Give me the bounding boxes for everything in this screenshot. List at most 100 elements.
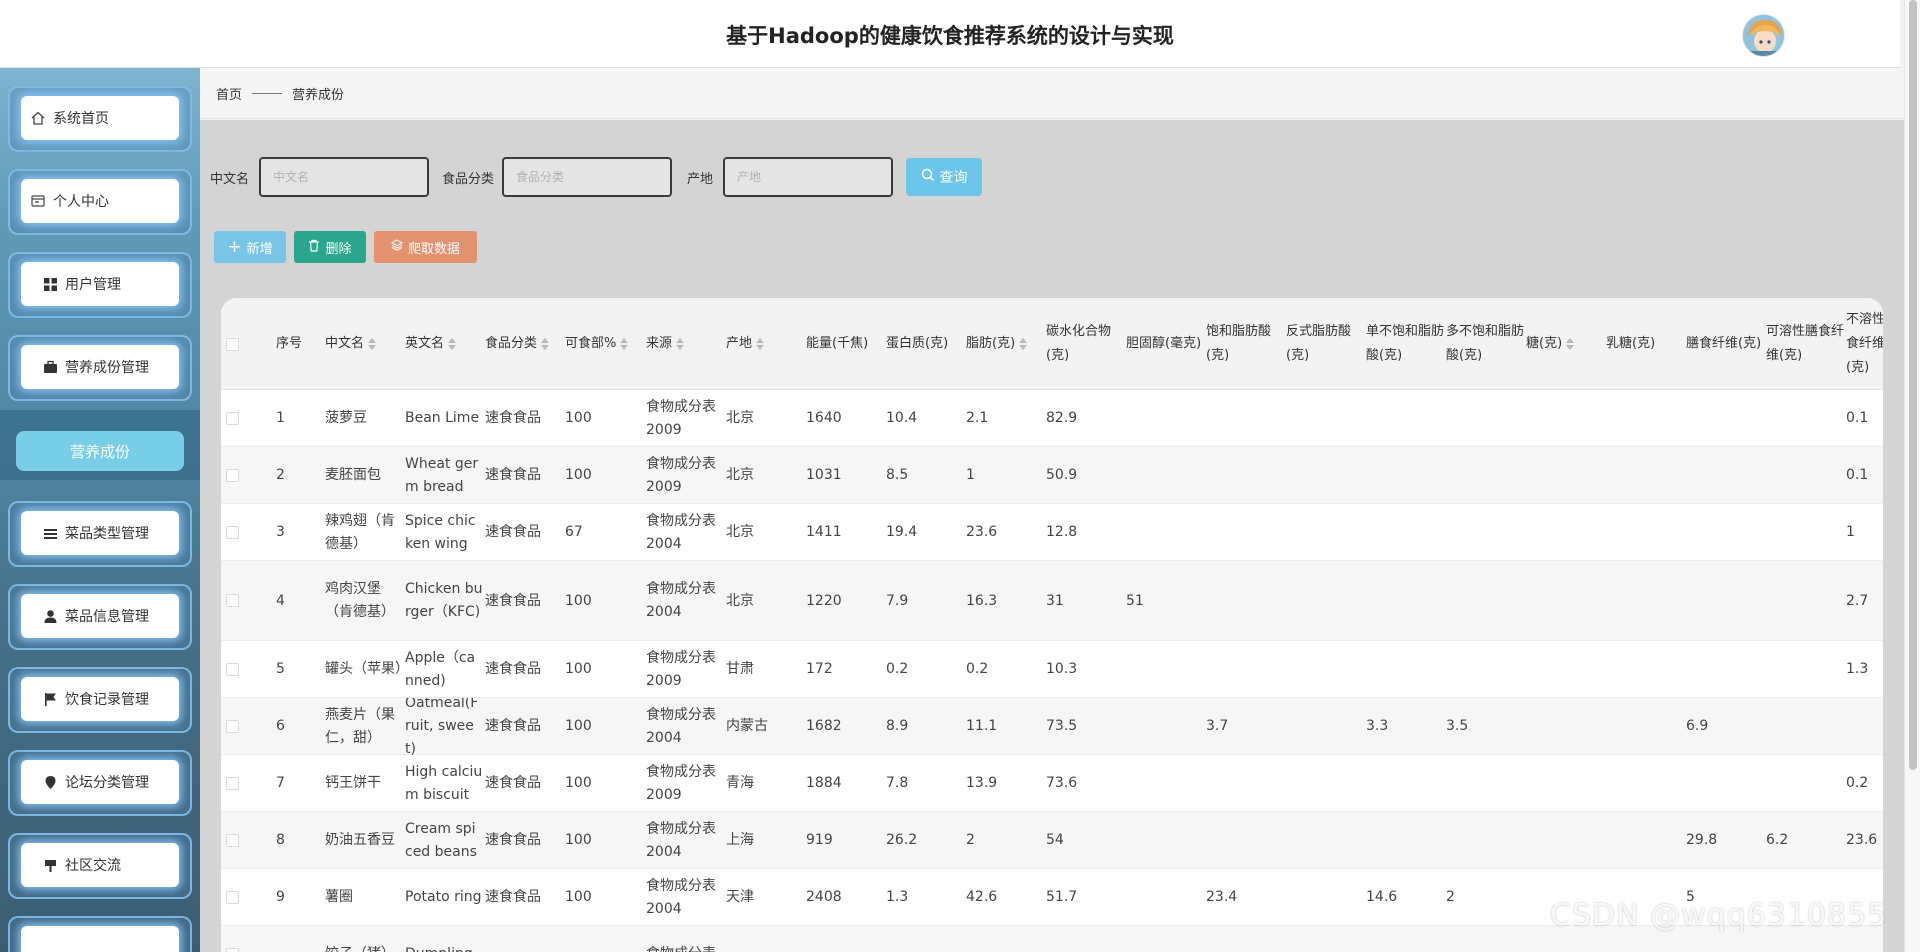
table-cell: 172 xyxy=(806,661,833,677)
sort-icon[interactable] xyxy=(368,338,377,350)
column-header[interactable]: 食品分类 xyxy=(485,298,563,390)
table-cell: 甘肃 xyxy=(726,661,754,677)
table-cell xyxy=(1446,755,1524,812)
table-cell: 67 xyxy=(565,524,583,540)
sort-icon[interactable] xyxy=(1566,338,1575,350)
row-checkbox[interactable] xyxy=(226,594,239,607)
table-cell: 13.9 xyxy=(966,775,998,791)
column-header[interactable]: 产地 xyxy=(726,298,804,390)
column-header[interactable]: 来源 xyxy=(646,298,724,390)
row-checkbox[interactable] xyxy=(226,776,239,790)
table-cell xyxy=(1526,561,1604,641)
row-checkbox[interactable] xyxy=(226,662,239,676)
table-cell: 速食食品 xyxy=(485,410,541,426)
search-name-input[interactable] xyxy=(259,157,430,197)
sidebar-button[interactable]: 系统首页 xyxy=(21,96,179,140)
page-scrollbar[interactable] xyxy=(1904,0,1920,952)
sidebar-button[interactable]: 论坛分类管理 xyxy=(21,760,179,804)
submenu-item-nutrition-active[interactable]: 营养成份 xyxy=(16,431,184,471)
column-header-label: 能量(千焦) xyxy=(806,336,869,351)
table-row[interactable]: 1 菠萝豆 Bean Lime 速食食品 100 食物成分表2009 北京 1640 10.4 2… xyxy=(221,390,1883,447)
table-cell: 薯圈 xyxy=(325,889,353,905)
sidebar-item-diet-records[interactable]: 饮食记录管理 xyxy=(8,667,192,733)
delete-button[interactable]: 删除 xyxy=(294,231,366,263)
search-origin-input[interactable] xyxy=(723,157,894,197)
sidebar-button[interactable]: 菜品信息管理 xyxy=(21,594,179,638)
table-row[interactable]: 4 鸡肉汉堡（肯德基） Chicken burger（KFC) 速食食品 100 食物成分… xyxy=(221,561,1883,641)
table-cell xyxy=(1446,812,1524,869)
search-category-input[interactable] xyxy=(502,157,673,197)
table-cell xyxy=(1446,561,1524,641)
row-checkbox[interactable] xyxy=(226,468,239,482)
table-cell xyxy=(1766,561,1844,641)
row-checkbox[interactable] xyxy=(226,411,239,425)
table-cell xyxy=(1366,926,1444,952)
column-header-label: 单不饱和脂肪酸(克) xyxy=(1366,324,1444,363)
sort-icon[interactable] xyxy=(448,338,457,350)
table-cell: 速食食品 xyxy=(485,832,541,848)
table-cell: 速食食品 xyxy=(485,524,541,540)
sort-icon[interactable] xyxy=(541,338,550,350)
column-header[interactable]: 脂肪(克) xyxy=(966,298,1044,390)
sidebar-button[interactable]: 用户管理 xyxy=(21,262,179,306)
add-button-label: 新增 xyxy=(246,241,273,257)
sidebar-item-more[interactable] xyxy=(8,916,192,952)
row-checkbox[interactable] xyxy=(226,890,239,904)
sidebar-item-home[interactable]: 系统首页 xyxy=(8,86,192,152)
breadcrumb-home[interactable]: 首页 xyxy=(216,84,242,103)
table-cell xyxy=(966,926,1044,952)
table-row[interactable]: 2 麦胚面包 Wheat germ bread 速食食品 100 食物成分表2009 北京 1… xyxy=(221,447,1883,504)
user-avatar[interactable] xyxy=(1742,14,1785,57)
table-row[interactable]: 3 辣鸡翅（肯德基） Spice chicken wing 速食食品 67 食物成分表20… xyxy=(221,504,1883,561)
sort-icon[interactable] xyxy=(756,338,765,350)
sort-icon[interactable] xyxy=(1019,338,1028,350)
window-icon xyxy=(29,192,47,210)
crawl-data-button[interactable]: 爬取数据 xyxy=(374,231,477,263)
table-cell xyxy=(565,926,643,952)
table-cell: 2 xyxy=(966,832,975,848)
table-cell: 7.9 xyxy=(886,592,909,609)
query-button[interactable]: 查询 xyxy=(906,158,982,196)
column-header[interactable]: 可食部% xyxy=(565,298,643,390)
scrollbar-thumb[interactable] xyxy=(1909,0,1917,770)
briefcase-icon xyxy=(41,358,59,376)
row-checkbox[interactable] xyxy=(226,719,239,733)
table-cell xyxy=(1686,390,1764,447)
sidebar-button[interactable]: 饮食记录管理 xyxy=(21,677,179,721)
table-cell: 23.4 xyxy=(1206,889,1238,905)
table-cell: 2.7 xyxy=(1846,592,1869,609)
table-cell xyxy=(1606,698,1684,755)
row-checkbox[interactable] xyxy=(226,525,239,539)
user-icon xyxy=(41,607,59,625)
table-row[interactable]: 5 罐头（苹果） Apple（canned) 速食食品 100 食物成分表2009 甘肃 17… xyxy=(221,641,1883,698)
sidebar-item-dish-info[interactable]: 菜品信息管理 xyxy=(8,584,192,650)
table-row[interactable]: 7 钙王饼干 High calcium biscuit 速食食品 100 食物成分表200… xyxy=(221,755,1883,812)
sidebar-button[interactable]: 社区交流 xyxy=(21,843,179,887)
row-checkbox[interactable] xyxy=(226,947,239,952)
column-header-label: 饱和脂肪酸(克) xyxy=(1206,324,1272,363)
sidebar-button[interactable]: 个人中心 xyxy=(21,179,179,223)
sidebar-item-forum-categories[interactable]: 论坛分类管理 xyxy=(8,750,192,816)
sidebar-item-label: 饮食记录管理 xyxy=(65,692,149,708)
select-all-checkbox[interactable] xyxy=(226,338,239,351)
column-header[interactable]: 中文名 xyxy=(325,298,403,390)
table-row[interactable]: 8 奶油五香豆 Cream spiced beans 速食食品 100 食物成分表2004… xyxy=(221,812,1883,869)
sidebar-item-dish-types[interactable]: 菜品类型管理 xyxy=(8,501,192,567)
table-row[interactable]: 6 燕麦片（果仁，甜） Oatmeal(Fruit, sweet) 速食食品 100 食物… xyxy=(221,698,1883,755)
sidebar-item-profile[interactable]: 个人中心 xyxy=(8,169,192,235)
sidebar-item-community[interactable]: 社区交流 xyxy=(8,833,192,899)
column-header: 胆固醇(毫克) xyxy=(1126,298,1204,390)
sidebar-item-users[interactable]: 用户管理 xyxy=(8,252,192,318)
table-cell: Spice chicken wing xyxy=(405,512,476,552)
sort-icon[interactable] xyxy=(676,338,685,350)
table-cell xyxy=(1606,641,1684,698)
add-button[interactable]: + 新增 xyxy=(214,231,286,263)
sidebar-button[interactable] xyxy=(21,926,179,952)
sidebar-button[interactable]: 营养成份管理 xyxy=(21,345,179,389)
row-checkbox[interactable] xyxy=(226,833,239,847)
sidebar-item-nutrition[interactable]: 营养成份管理 xyxy=(8,335,192,401)
sidebar-button[interactable]: 菜品类型管理 xyxy=(21,511,179,555)
sort-icon[interactable] xyxy=(620,338,629,350)
column-header[interactable]: 糖(克) xyxy=(1526,298,1604,390)
column-header[interactable]: 英文名 xyxy=(405,298,483,390)
